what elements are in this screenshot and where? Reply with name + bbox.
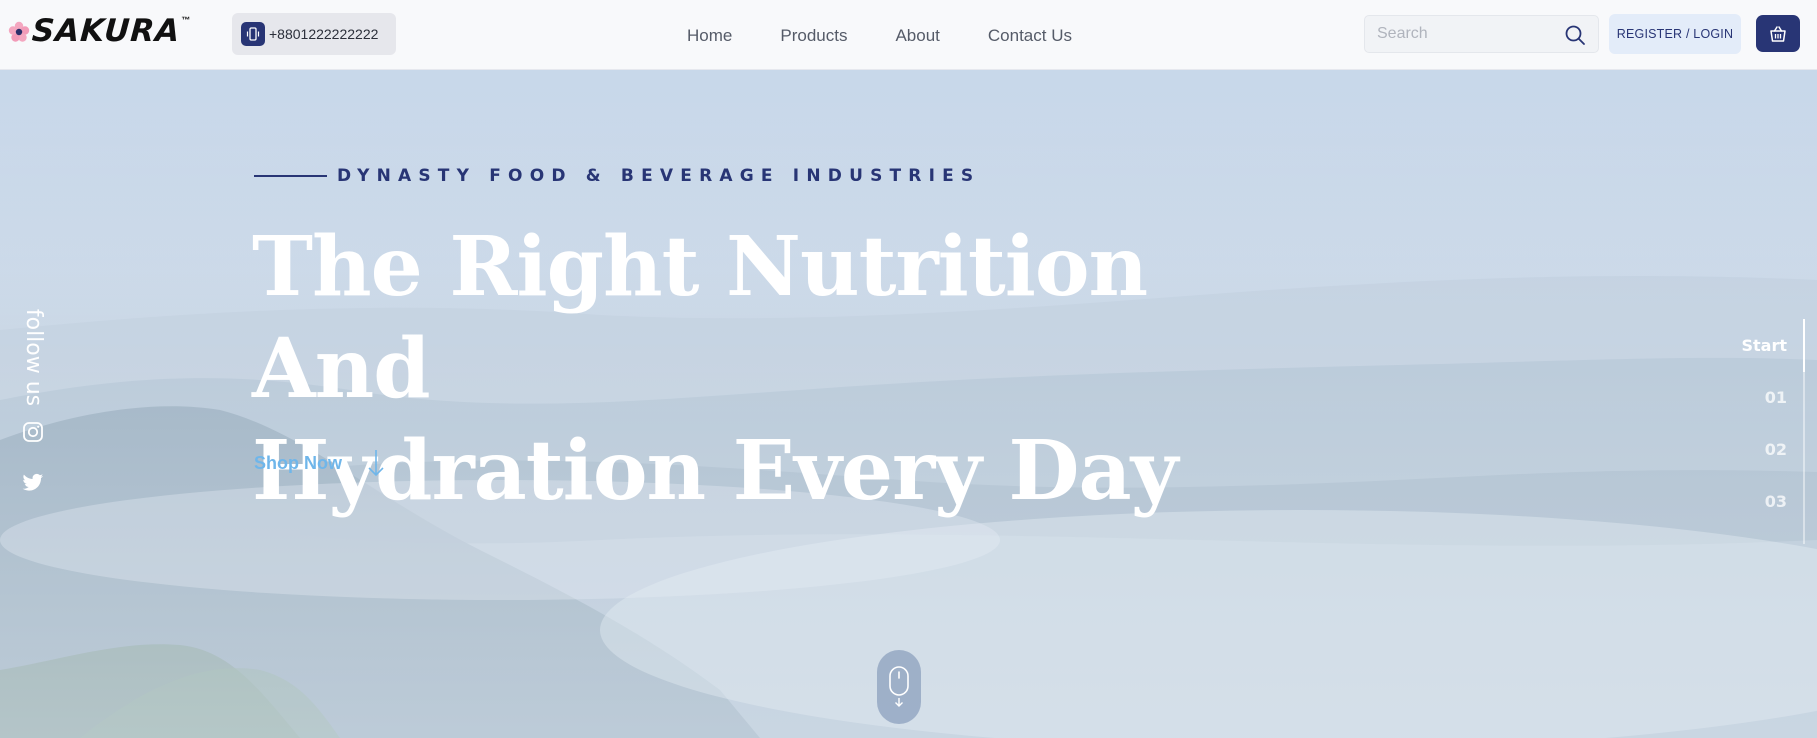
phone-contact[interactable]: +8801222222222 [232,13,396,55]
slide-02[interactable]: 02 [1741,439,1787,491]
eyebrow-line [254,175,327,177]
eyebrow-text: DYNASTY FOOD & BEVERAGE INDUSTRIES [337,166,981,186]
nav-about[interactable]: About [895,26,939,46]
search-input[interactable] [1377,24,1557,44]
mouse-scroll-icon [889,666,909,707]
sakura-flower-icon [8,21,30,42]
headline-line-1: The Right Nutrition And [252,219,1148,417]
main-nav: Home Products About Contact Us [687,26,1120,46]
headline-line-2: Hydration Every Day [252,423,1178,519]
logo-trademark: ™ [181,14,191,25]
scroll-down-button[interactable] [877,650,921,724]
nav-contact-us[interactable]: Contact Us [988,26,1072,46]
slide-track-active [1803,319,1805,372]
follow-us-text: follow us [21,308,47,406]
slide-start[interactable]: Start [1741,335,1787,387]
hero-headline: The Right Nutrition And Hydration Every … [252,216,1352,522]
logo[interactable]: SAKURA ™ [8,13,191,49]
hero-eyebrow: DYNASTY FOOD & BEVERAGE INDUSTRIES [254,166,980,186]
phone-number: +8801222222222 [269,26,379,42]
search-icon[interactable] [1564,24,1586,46]
basket-icon [1770,25,1786,42]
nav-home[interactable]: Home [687,26,732,46]
logo-text: SAKURA [30,13,182,49]
slide-03[interactable]: 03 [1741,491,1787,543]
nav-products[interactable]: Products [780,26,847,46]
search-box [1364,15,1599,53]
arrow-down-icon [368,450,384,477]
twitter-icon[interactable] [22,473,44,493]
slide-01[interactable]: 01 [1741,387,1787,439]
follow-us-label: follow us [20,302,48,412]
hero-section: DYNASTY FOOD & BEVERAGE INDUSTRIES The R… [0,70,1817,738]
shop-now-link[interactable]: Shop Now [254,448,386,478]
slide-navigation: Start 01 02 03 [1741,335,1787,543]
instagram-icon[interactable] [22,421,44,443]
shop-now-label: Shop Now [254,452,342,473]
phone-icon [241,22,265,46]
cart-button[interactable] [1756,15,1800,52]
register-login-button[interactable]: REGISTER / LOGIN [1609,14,1741,54]
site-header: SAKURA ™ +8801222222222 Home Products Ab… [0,0,1817,70]
